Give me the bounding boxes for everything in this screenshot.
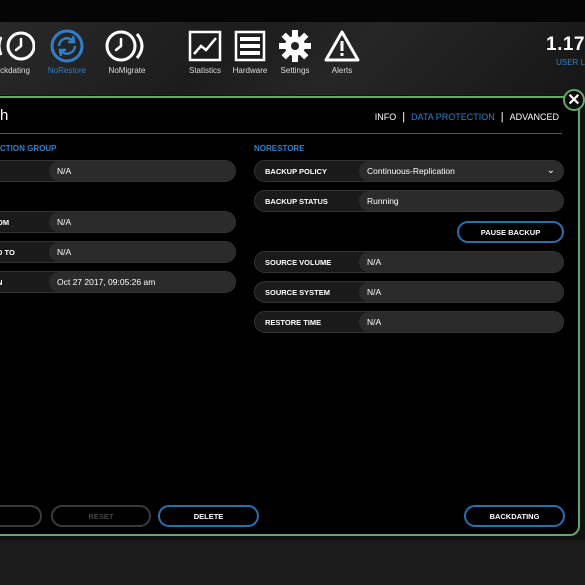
source-volume-row: SOURCE VOLUME N/A xyxy=(254,251,564,273)
protection-group-heading: CTION GROUP xyxy=(0,144,57,153)
backup-status-row: BACKUP STATUS Running xyxy=(254,190,564,212)
restore-time-label: RESTORE TIME xyxy=(265,317,322,327)
left-row-1: OM N/A xyxy=(0,211,236,233)
reset-button[interactable]: RESET xyxy=(51,505,151,527)
norestore-heading: NORESTORE xyxy=(254,144,305,153)
nav-nomigrate[interactable]: NoMigrate xyxy=(92,28,162,75)
left-row-value: N/A xyxy=(49,212,235,232)
backup-policy-label: BACKUP POLICY xyxy=(265,166,327,176)
tab-info[interactable]: INFO xyxy=(375,112,397,122)
backup-status-label: BACKUP STATUS xyxy=(265,196,328,206)
source-system-row: SOURCE SYSTEM N/A xyxy=(254,281,564,303)
source-system-label: SOURCE SYSTEM xyxy=(265,287,331,297)
restore-time-value: N/A xyxy=(359,312,563,332)
left-row-label xyxy=(0,161,51,181)
chevron-down-icon[interactable]: ⌄ xyxy=(547,165,555,176)
panel-tabs: INFO | DATA PROTECTION | ADVANCED xyxy=(375,111,559,123)
backup-policy-select[interactable]: Continuous-Replication xyxy=(359,161,563,181)
restore-time-row: RESTORE TIME N/A xyxy=(254,311,564,333)
left-row-0: N/A xyxy=(0,160,236,182)
pause-backup-button[interactable]: PAUSE BACKUP xyxy=(457,221,564,243)
source-volume-label: SOURCE VOLUME xyxy=(265,257,332,267)
left-row-value: Oct 27 2017, 09:05:26 am xyxy=(49,272,235,292)
left-row-value: N/A xyxy=(49,161,235,181)
top-toolbar: ckdating NoRestore NoMigrate Statistics … xyxy=(0,0,585,95)
tab-advanced[interactable]: ADVANCED xyxy=(510,112,559,122)
left-row-value: N/A xyxy=(49,242,235,262)
nav-alerts[interactable]: Alerts xyxy=(307,28,377,75)
footer-button-1[interactable] xyxy=(0,505,42,527)
version-number: 1.17 xyxy=(546,34,585,55)
backup-policy-row: BACKUP POLICY Continuous-Replication ⌄ xyxy=(254,160,564,182)
panel-title: h xyxy=(0,107,9,124)
nav-alerts-label: Alerts xyxy=(331,66,353,75)
left-row-label: D TO xyxy=(0,247,15,257)
tab-separator: | xyxy=(500,111,504,123)
tab-data-protection[interactable]: DATA PROTECTION xyxy=(411,112,495,122)
backup-status-value: Running xyxy=(359,191,563,211)
nomigrate-icon xyxy=(92,28,162,64)
source-volume-value: N/A xyxy=(359,252,563,272)
alert-icon xyxy=(307,28,377,64)
left-row-3: N Oct 27 2017, 09:05:26 am xyxy=(0,271,236,293)
tab-separator: | xyxy=(402,111,406,123)
left-row-2: D TO N/A xyxy=(0,241,236,263)
top-strip xyxy=(0,0,585,22)
delete-button[interactable]: DELETE xyxy=(158,505,259,527)
left-row-label: OM xyxy=(0,217,10,227)
nav-nomigrate-label: NoMigrate xyxy=(108,66,146,75)
close-icon[interactable]: ✕ xyxy=(563,89,585,111)
user-label[interactable]: USER L xyxy=(556,58,585,67)
backdating-button[interactable]: BACKDATING xyxy=(464,505,565,527)
tab-divider xyxy=(0,133,562,134)
source-system-value: N/A xyxy=(359,282,563,302)
bottom-bar xyxy=(0,540,585,585)
left-row-label: N xyxy=(0,272,51,292)
